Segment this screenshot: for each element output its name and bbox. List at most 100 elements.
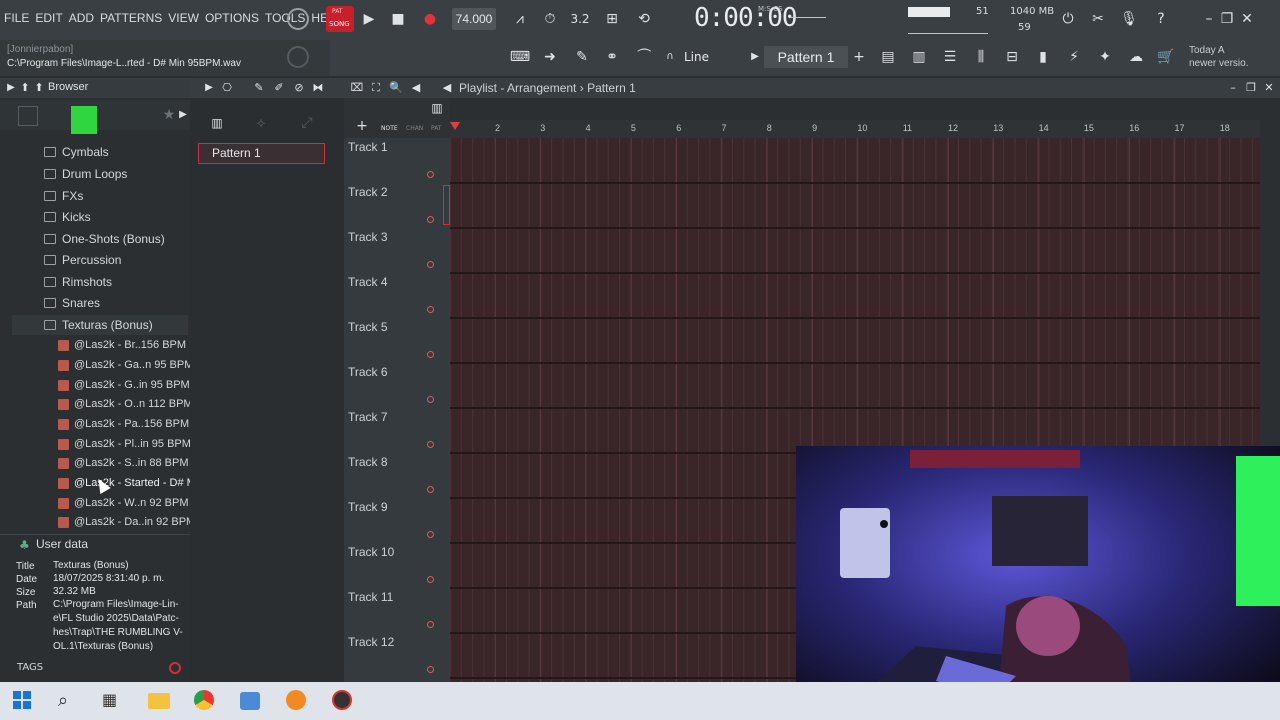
link-icon[interactable]: ⚭ — [601, 47, 623, 67]
folder-rimshots[interactable]: Rimshots — [44, 272, 112, 292]
track-label[interactable]: Track 2 — [348, 185, 388, 199]
track-label[interactable]: Track 8 — [348, 455, 388, 469]
playhead-marker[interactable] — [450, 122, 460, 130]
master-volume-knob[interactable] — [287, 8, 309, 30]
project-icon[interactable]: ▮ — [1032, 47, 1054, 67]
close-icon[interactable]: ✕ — [1236, 9, 1258, 29]
loop-record-icon[interactable]: ⟲ — [633, 9, 655, 29]
plugin-icon[interactable]: ⚡ — [1063, 47, 1085, 67]
track-mute-icon[interactable] — [427, 306, 434, 313]
power-icon[interactable]: ⏻ — [1057, 9, 1079, 29]
chrome-icon[interactable] — [194, 690, 218, 714]
search-icon[interactable] — [169, 662, 181, 674]
user-data-header[interactable]: User data — [18, 537, 88, 551]
tab-pat[interactable]: PAT — [431, 125, 442, 132]
snap-mode-select[interactable]: Line — [684, 50, 709, 64]
draw-tool-icon[interactable]: ✎ — [248, 78, 270, 98]
folder-drum-loops[interactable]: Drum Loops — [44, 164, 127, 184]
select-tool-icon[interactable]: ⛶ — [365, 78, 387, 98]
playlist-menu-icon[interactable]: ⎔ — [216, 78, 238, 98]
obs-icon[interactable] — [332, 690, 356, 714]
piano-roll-icon[interactable]: ☰ — [939, 47, 961, 67]
track-mute-icon[interactable] — [427, 576, 434, 583]
browser-tool-icon[interactable] — [18, 106, 38, 126]
snap-icon[interactable]: ∩ — [659, 47, 681, 67]
countdown-icon[interactable]: 3.2 — [569, 9, 591, 29]
file-item[interactable]: @Las2k - Br..156 BPM — [58, 336, 186, 354]
folder-texturas[interactable]: Texturas (Bonus) — [44, 315, 153, 335]
pitch-knob[interactable] — [287, 46, 309, 68]
track-mute-icon[interactable] — [427, 351, 434, 358]
track-mute-icon[interactable] — [427, 171, 434, 178]
add-pattern-icon[interactable]: + — [848, 47, 870, 67]
track-label[interactable]: Track 7 — [348, 410, 388, 424]
folder-snares[interactable]: Snares — [44, 293, 100, 313]
fl-studio-icon[interactable] — [286, 690, 310, 714]
channel-rack-icon[interactable]: ▥ — [908, 47, 930, 67]
typing-keyboard-icon[interactable]: ⌨ — [509, 47, 531, 67]
playback-tool-icon[interactable]: ◀ — [405, 78, 427, 98]
window-close-icon[interactable]: ✕ — [1258, 78, 1280, 98]
folder-kicks[interactable]: Kicks — [44, 207, 91, 227]
file-item[interactable]: @Las2k - W..n 92 BPM — [58, 494, 189, 512]
task-view-icon[interactable]: ▦ — [102, 690, 126, 714]
help-icon[interactable]: ? — [1150, 9, 1172, 29]
tempo-display[interactable]: 74.000 — [452, 8, 496, 30]
track-label[interactable]: Track 5 — [348, 320, 388, 334]
mute-tool-icon[interactable]: ⧓ — [307, 78, 329, 98]
picker-pattern-1[interactable]: Pattern 1 — [198, 143, 325, 164]
track-label[interactable]: Track 1 — [348, 140, 388, 154]
paint-tool-icon[interactable]: ✐ — [268, 78, 290, 98]
playlist-icon[interactable]: ▤ — [877, 47, 899, 67]
plugin-tools-icon[interactable]: ✂ — [1087, 9, 1109, 29]
browser-icon[interactable]: ⊟ — [1001, 47, 1023, 67]
file-item[interactable]: @Las2k - G..in 95 BPM — [58, 376, 190, 394]
track-label[interactable]: Track 9 — [348, 500, 388, 514]
track-mute-icon[interactable] — [427, 216, 434, 223]
restore-icon[interactable]: ❐ — [1216, 9, 1238, 29]
folder-percussion[interactable]: Percussion — [44, 250, 121, 270]
menu-edit[interactable]: EDIT — [35, 11, 62, 25]
play-icon[interactable]: ▶ — [358, 9, 380, 29]
tools-icon[interactable]: ✦ — [1094, 47, 1116, 67]
menu-view[interactable]: VIEW — [168, 11, 199, 25]
microphone-icon[interactable]: 🎙 — [1118, 9, 1140, 29]
zoom-tool-icon[interactable]: 🔍 — [385, 78, 407, 98]
metronome-icon[interactable]: ⩘ — [509, 9, 531, 29]
mixer-icon[interactable]: ⫼ — [970, 47, 992, 67]
tags-header[interactable]: TAGS — [17, 662, 43, 673]
tab-chan[interactable]: CHAN — [406, 125, 423, 132]
magnet-icon[interactable]: ⏜ — [633, 47, 655, 67]
folder-cymbals[interactable]: Cymbals — [44, 142, 109, 162]
draw-icon[interactable]: ✎ — [571, 47, 593, 67]
wait-input-icon[interactable]: ⏱ — [539, 9, 561, 29]
arrow-left-icon[interactable]: ◀ — [436, 78, 458, 98]
track-label[interactable]: Track 3 — [348, 230, 388, 244]
file-item[interactable]: @Las2k - Pa..156 BPM — [58, 415, 189, 433]
track-mute-icon[interactable] — [427, 621, 434, 628]
file-item[interactable]: @Las2k - O..n 112 BPM — [58, 395, 193, 413]
track-label[interactable]: Track 11 — [348, 590, 393, 604]
track-mute-icon[interactable] — [427, 531, 434, 538]
track-mode-icon[interactable]: ▥ — [426, 98, 448, 118]
menu-patterns[interactable]: PATTERNS — [100, 11, 162, 25]
folder-one-shots[interactable]: One-Shots (Bonus) — [44, 229, 165, 249]
track-mute-icon[interactable] — [427, 441, 434, 448]
file-item[interactable]: @Las2k - Pl..in 95 BPM — [58, 435, 191, 453]
piano-icon[interactable]: ▥ — [206, 113, 228, 133]
search-taskbar-icon[interactable]: ⌕ — [58, 690, 82, 714]
pattern-selector[interactable]: Pattern 1 — [764, 46, 848, 68]
windows-start-icon[interactable] — [12, 690, 36, 714]
file-item[interactable]: @Las2k - S..in 88 BPM — [58, 454, 189, 472]
record-icon[interactable]: ● — [419, 9, 441, 29]
file-explorer-icon[interactable] — [148, 690, 172, 714]
pattern-prev-icon[interactable]: ▶ — [744, 47, 766, 67]
song-mode-toggle[interactable]: PAT SONG — [326, 6, 354, 32]
track-mute-icon[interactable] — [427, 261, 434, 268]
menu-file[interactable]: FILE — [4, 11, 29, 25]
add-track-icon[interactable]: + — [351, 116, 373, 136]
browser-menu-icon[interactable]: ⬆ — [28, 78, 50, 98]
folder-fxs[interactable]: FXs — [44, 186, 83, 206]
app-icon[interactable] — [240, 690, 264, 714]
file-item[interactable]: @Las2k - Ga..n 95 BPM — [58, 356, 193, 374]
